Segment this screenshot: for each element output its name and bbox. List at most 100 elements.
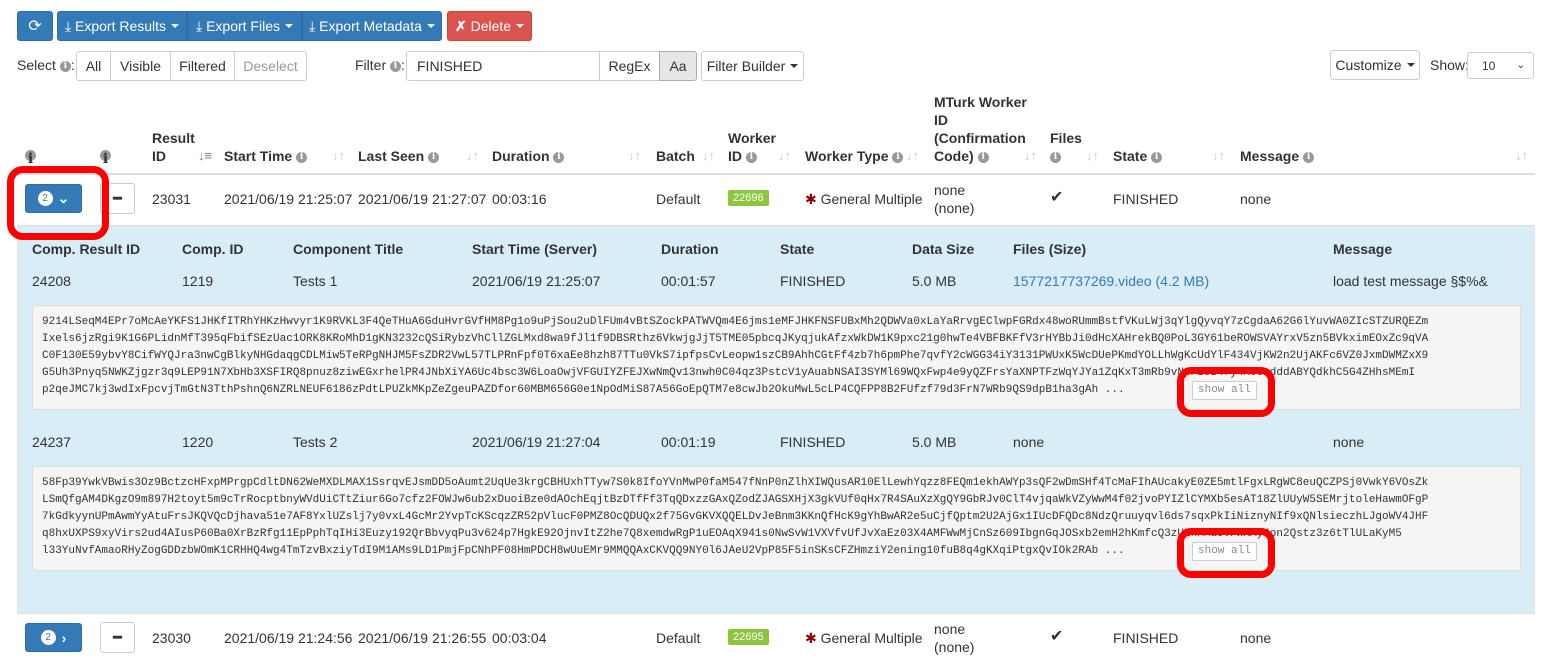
mturk-worker-id: none (none) (934, 621, 975, 655)
result-data-block: 9214LSeqM4EPr7oMcAeYKFS1JHKfITRhYHKzHwvy… (32, 305, 1521, 410)
worker-type: ✱ General Multiple (805, 630, 923, 646)
sub-header-start-time: Start Time (Server) (472, 241, 598, 257)
export-results-button[interactable]: ⤓ Export Results (57, 11, 187, 41)
export-icon: ⤓ (309, 17, 320, 34)
comp-result-id: 24208 (32, 273, 71, 289)
sort-icon[interactable]: ↓↑ (906, 148, 919, 163)
worker-id-badge: 22696 (728, 190, 769, 206)
sort-icon[interactable]: ↓↑ (778, 148, 791, 163)
sort-icon[interactable]: ↓↑ (466, 148, 479, 163)
info-icon: i (1303, 151, 1315, 163)
sort-icon[interactable]: ↓↑ (1515, 148, 1528, 163)
refresh-button[interactable]: ⟳ (17, 11, 53, 41)
message: load test message §$%& (1333, 273, 1488, 289)
select-all-button[interactable]: All (76, 51, 111, 81)
comp-result-id: 24237 (32, 434, 71, 450)
select-filtered-button[interactable]: Filtered (170, 51, 235, 81)
deselect-row-button[interactable]: ━ (100, 622, 135, 653)
customize-button[interactable]: Customize (1330, 50, 1420, 80)
message: none (1240, 191, 1272, 207)
state: FINISHED (1113, 191, 1179, 207)
info-icon: i (977, 151, 989, 163)
info-icon: i (100, 150, 111, 167)
info-icon: i (1151, 151, 1163, 163)
sort-icon[interactable]: ↓↑ (702, 148, 715, 163)
filter-builder-button[interactable]: Filter Builder (701, 51, 804, 81)
expand-components-button[interactable]: 2 › (25, 623, 82, 652)
data-size: 5.0 MB (912, 434, 957, 450)
show-all-button[interactable]: show all (1192, 381, 1257, 400)
start-time: 2021/06/19 21:25:07 (472, 273, 601, 289)
column-header-files[interactable]: Files i (1050, 129, 1090, 165)
duration: 00:01:19 (661, 434, 716, 450)
column-header-result-id[interactable]: Result ID (152, 129, 195, 165)
sort-desc-icon[interactable]: ↓≡ (198, 148, 212, 163)
header-divider (17, 173, 1535, 175)
start-time: 2021/06/19 21:25:07 (224, 191, 353, 207)
column-header-worker-id[interactable]: Worker ID i (728, 129, 778, 165)
mturk-worker-id: none (none) (934, 182, 975, 216)
batch: Default (656, 630, 701, 646)
sub-header-duration: Duration (661, 241, 719, 257)
column-header-mturk[interactable]: MTurk Worker ID (Confirmation Code) i (934, 93, 1029, 165)
regex-toggle[interactable]: RegEx (599, 51, 660, 81)
show-label: Show: (1430, 57, 1469, 73)
checkmark-icon: ✔ (1050, 628, 1064, 645)
message: none (1333, 434, 1365, 450)
sub-header-comp-id: Comp. ID (182, 241, 244, 257)
info-icon: i (296, 151, 308, 163)
filter-label: Filter i: (355, 57, 405, 73)
info-icon: i (25, 150, 36, 167)
export-icon: ⤓ (64, 17, 76, 34)
sort-icon[interactable]: ↓↑ (628, 148, 641, 163)
export-files-button[interactable]: ⤓ Export Files (187, 11, 302, 41)
column-header-message[interactable]: Message i (1240, 147, 1315, 165)
message: none (1240, 630, 1272, 646)
sort-icon[interactable]: ↓↑ (1024, 148, 1037, 163)
info-icon: i (428, 151, 440, 163)
export-metadata-button[interactable]: ⤓ Export Metadata (302, 11, 442, 41)
column-header-start-time[interactable]: Start Time i (224, 147, 308, 165)
case-sensitive-toggle[interactable]: Aa (659, 51, 697, 81)
sort-icon[interactable]: ↓↑ (1086, 148, 1099, 163)
info-icon: i (553, 151, 565, 163)
info-icon: i (390, 60, 402, 72)
highlight-box (7, 166, 109, 240)
delete-button[interactable]: ✗ Delete (447, 11, 532, 41)
refresh-icon: ⟳ (28, 18, 42, 35)
last-seen: 2021/06/19 21:26:55 (358, 630, 487, 646)
column-header-worker-type[interactable]: Worker Type i (805, 147, 904, 165)
component-title: Tests 2 (293, 434, 338, 450)
deselect-button[interactable]: Deselect (234, 51, 307, 81)
column-header-state[interactable]: State i (1113, 147, 1163, 165)
minus-icon: ━ (113, 629, 122, 645)
page-size-select[interactable]: 10 ⌄ (1467, 52, 1534, 79)
column-header-batch[interactable]: Batch (656, 147, 695, 165)
column-header-last-seen[interactable]: Last Seen i (358, 147, 440, 165)
sub-header-comp-result-id: Comp. Result ID (32, 241, 141, 257)
file-link[interactable]: 1577217737269.video (4.2 MB) (1013, 273, 1209, 289)
show-all-button[interactable]: show all (1192, 542, 1257, 561)
sort-icon[interactable]: ↓↑ (332, 148, 345, 163)
sub-header-title: Component Title (293, 241, 404, 257)
asterisk-icon: ✱ (805, 630, 817, 646)
info-icon: i (59, 60, 71, 72)
worker-id-badge: 22695 (728, 629, 769, 645)
export-icon: ⤓ (196, 17, 207, 34)
state: FINISHED (780, 434, 846, 450)
select-visible-button[interactable]: Visible (110, 51, 171, 81)
chevron-down-icon: ⌄ (1516, 60, 1525, 71)
sub-header-message: Message (1333, 241, 1393, 257)
info-icon: i (1050, 151, 1061, 163)
column-header-duration[interactable]: Duration i (492, 147, 565, 165)
duration: 00:03:16 (492, 191, 547, 207)
sub-header-state: State (780, 241, 815, 257)
sort-icon[interactable]: ↓↑ (1212, 148, 1225, 163)
duration: 00:01:57 (661, 273, 716, 289)
filter-input[interactable]: FINISHED (406, 51, 600, 81)
row-divider (17, 613, 1535, 614)
sub-header-files: Files (Size) (1013, 241, 1087, 257)
files: none (1013, 434, 1045, 450)
worker-type: ✱ General Multiple (805, 191, 923, 207)
delete-icon: ✗ (454, 17, 471, 34)
